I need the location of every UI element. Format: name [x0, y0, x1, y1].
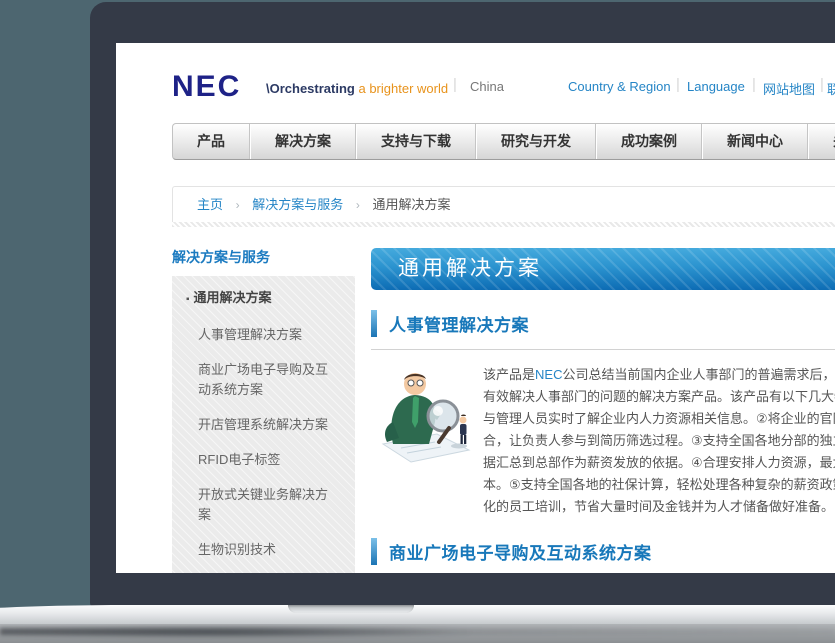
- main-nav: 产品解决方案支持与下载研究与开发成功案例新闻中心关于NEC: [172, 123, 835, 160]
- section2-title[interactable]: 商业广场电子导购及互动系统方案: [389, 539, 652, 564]
- header-divider: |: [676, 76, 680, 93]
- header-divider: |: [453, 76, 457, 93]
- section-heading: 人事管理解决方案: [371, 310, 835, 350]
- sidebar-item[interactable]: ▪开店管理系统解决方案: [186, 415, 338, 435]
- sidebar-item[interactable]: ▪通用解决方案: [186, 288, 338, 310]
- nec-brand-link[interactable]: NEC: [535, 367, 562, 382]
- nav-item[interactable]: 支持与下载: [356, 124, 476, 159]
- text: 公司总结当前国内企业人事部门的普遍需求后，研: [562, 367, 835, 382]
- main-content: 通用解决方案 人事管理解决方案: [371, 248, 835, 573]
- nec-logo[interactable]: NEC: [172, 70, 241, 104]
- laptop-base: [0, 605, 835, 624]
- section1-paragraph: 该产品是NEC公司总结当前国内企业人事部门的普遍需求后，研 有效解决人事部门的问…: [483, 364, 835, 518]
- laptop-mockup: NEC \Orchestrating a brighter world | Ch…: [0, 0, 835, 643]
- paragraph-line: 有效解决人事部门的问题的解决方案产品。该产品有以下几大特: [483, 386, 835, 408]
- nav-item[interactable]: 产品: [173, 124, 250, 159]
- text: 该产品是: [483, 367, 535, 382]
- paragraph-line: 本。⑤支持全国各地的社保计算，轻松处理各种复杂的薪资政策: [483, 474, 835, 496]
- sidebar-item[interactable]: ▪商业广场电子导购及互动系统方案: [186, 360, 338, 400]
- contact-link[interactable]: 联系方式: [827, 79, 835, 98]
- breadcrumb-hatch-divider: [172, 222, 835, 227]
- section-heading: 商业广场电子导购及互动系统方案: [371, 538, 835, 573]
- nav-item[interactable]: 关于NEC: [808, 124, 835, 159]
- breadcrumb-chevron-icon: ›: [236, 198, 240, 212]
- sidebar-item[interactable]: ▪RFID电子标签: [186, 450, 338, 470]
- breadcrumb-home-link[interactable]: 主页: [197, 197, 223, 212]
- sidebar-menu: ▪通用解决方案 ▪人事管理解决方案 ▪商业广场电子导购及互动系统方案 ▪开店管理…: [172, 276, 355, 573]
- site-header: NEC \Orchestrating a brighter world | Ch…: [172, 43, 835, 119]
- bullet-icon: ▪: [186, 294, 190, 305]
- header-divider: |: [820, 76, 824, 93]
- region-label: China: [470, 79, 504, 94]
- sitemap-link[interactable]: 网站地图: [763, 79, 815, 98]
- browser-screen: NEC \Orchestrating a brighter world | Ch…: [116, 43, 835, 573]
- nav-item[interactable]: 研究与开发: [476, 124, 596, 159]
- section1-body: 该产品是NEC公司总结当前国内企业人事部门的普遍需求后，研 有效解决人事部门的问…: [371, 364, 835, 518]
- breadcrumb-chevron-icon: ›: [356, 198, 360, 212]
- header-divider: |: [752, 76, 756, 93]
- laptop-shadow-left: [0, 626, 480, 638]
- page-title-banner: 通用解决方案: [371, 248, 835, 290]
- sidebar-item[interactable]: ▪生物识别技术: [186, 540, 338, 560]
- paragraph-line: 据汇总到总部作为薪资发放的依据。④合理安排人力资源，最大: [483, 452, 835, 474]
- paragraph-line: 与管理人员实时了解企业内人力资源相关信息。②将企业的官网: [483, 408, 835, 430]
- language-link[interactable]: Language: [687, 79, 745, 94]
- hr-illustration: [377, 364, 473, 472]
- breadcrumb-section-link[interactable]: 解决方案与服务: [252, 197, 343, 212]
- paragraph-lines: 有效解决人事部门的问题的解决方案产品。该产品有以下几大特与管理人员实时了解企业内…: [483, 386, 835, 518]
- tagline-brighter-world: a brighter world: [358, 81, 448, 96]
- sidebar-item[interactable]: ▪人事管理解决方案: [186, 325, 338, 345]
- heading-accent-bar: [371, 538, 377, 565]
- heading-accent-bar: [371, 310, 377, 337]
- nav-item[interactable]: 新闻中心: [702, 124, 808, 159]
- laptop-lid-notch: [288, 605, 414, 613]
- brand-tagline: \Orchestrating a brighter world: [266, 81, 448, 96]
- paragraph-line: 化的员工培训，节省大量时间及金钱并为人才储备做好准备。: [483, 496, 835, 518]
- paragraph-line: 该产品是NEC公司总结当前国内企业人事部门的普遍需求后，研: [483, 364, 835, 386]
- nav-item[interactable]: 解决方案: [250, 124, 356, 159]
- country-region-link[interactable]: Country & Region: [568, 79, 671, 94]
- sidebar-item[interactable]: ▪开放式关键业务解决方案: [186, 485, 338, 525]
- sidebar-title: 解决方案与服务: [172, 247, 270, 267]
- page-title: 通用解决方案: [398, 257, 542, 280]
- breadcrumb-current: 通用解决方案: [373, 197, 451, 212]
- tagline-orchestrating: \Orchestrating: [266, 81, 355, 96]
- section1-title[interactable]: 人事管理解决方案: [389, 311, 529, 336]
- breadcrumb: 主页 › 解决方案与服务 › 通用解决方案: [172, 186, 835, 222]
- paragraph-line: 合，让负责人参与到简历筛选过程。③支持全国各地分部的独立: [483, 430, 835, 452]
- nav-item[interactable]: 成功案例: [596, 124, 702, 159]
